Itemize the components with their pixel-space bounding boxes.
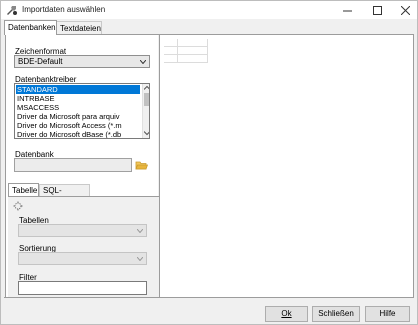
tab-textdateien[interactable]: Textdateien xyxy=(56,21,102,34)
title-bar: Importdaten auswählen xyxy=(1,1,417,19)
list-item[interactable]: Driver da Microsoft para arquiv xyxy=(16,112,140,121)
datenbanktreiber-list[interactable]: STANDARD INTRBASE MSACCESS Driver da Mic… xyxy=(14,83,150,139)
ok-label: Ok xyxy=(281,309,292,318)
maximize-icon xyxy=(372,5,382,15)
zeichenformat-value: BDE-Default xyxy=(18,57,63,66)
list-item[interactable]: Driver do Microsoft dBase (*.db xyxy=(16,130,140,138)
chevron-down-icon xyxy=(137,257,143,261)
schliessen-button[interactable]: Schließen xyxy=(312,306,360,322)
grid-cell xyxy=(178,55,208,63)
minimize-icon xyxy=(342,10,352,11)
grid-cell xyxy=(164,39,178,47)
grid-cell xyxy=(178,47,208,55)
tab-label: Tabelle xyxy=(12,186,38,195)
refresh-icon[interactable] xyxy=(13,201,23,211)
close-button[interactable] xyxy=(391,1,418,19)
tab-label: Textdateien xyxy=(60,24,101,33)
grid-cell xyxy=(164,47,178,55)
list-item[interactable]: MSACCESS xyxy=(16,103,140,112)
data-preview-grid[interactable] xyxy=(159,35,414,297)
database-settings-panel: Zeichenformat BDE-Default Datenbanktreib… xyxy=(5,35,159,297)
folder-open-icon[interactable] xyxy=(135,159,148,171)
chevron-up-icon[interactable] xyxy=(144,85,150,91)
sortierung-select[interactable] xyxy=(18,252,147,265)
list-item[interactable]: Driver do Microsoft Access (*.m xyxy=(16,121,140,130)
minimize-button[interactable] xyxy=(333,1,361,19)
schliessen-label: Schließen xyxy=(318,309,354,318)
tab-tabelle[interactable]: Tabelle xyxy=(8,183,39,196)
import-dialog: Importdaten auswählen Datenbanken Textda… xyxy=(0,0,418,325)
grid-cell xyxy=(164,55,178,63)
tabellen-select[interactable] xyxy=(18,224,147,237)
tabelle-panel: Tabellen Sortierung Filter xyxy=(8,197,159,297)
grid-cell xyxy=(178,39,208,47)
chevron-down-icon xyxy=(140,60,146,64)
list-item[interactable]: STANDARD xyxy=(16,85,140,94)
hilfe-label: Hilfe xyxy=(379,309,396,318)
window-title: Importdaten auswählen xyxy=(22,5,106,14)
close-icon xyxy=(400,5,410,15)
datenbank-field[interactable] xyxy=(14,158,132,172)
grid-cells xyxy=(164,39,208,63)
scrollbar-thumb[interactable] xyxy=(144,93,149,106)
tab-datenbanken[interactable]: Datenbanken xyxy=(4,20,57,35)
filter-field[interactable] xyxy=(18,281,147,295)
list-item[interactable]: INTRBASE xyxy=(16,94,140,103)
list-scrollbar[interactable] xyxy=(142,84,150,138)
hilfe-button[interactable]: Hilfe xyxy=(365,306,410,322)
zeichenformat-select[interactable]: BDE-Default xyxy=(14,55,150,68)
tab-label: Datenbanken xyxy=(8,23,56,32)
ok-button[interactable]: Ok xyxy=(265,306,308,322)
tab-sql-abfrage[interactable]: SQL- Abfrage xyxy=(39,184,90,204)
tools-icon xyxy=(7,6,17,15)
chevron-down-icon xyxy=(137,229,143,233)
maximize-button[interactable] xyxy=(363,1,391,19)
chevron-down-icon[interactable] xyxy=(144,130,150,136)
footer-divider xyxy=(4,297,414,298)
